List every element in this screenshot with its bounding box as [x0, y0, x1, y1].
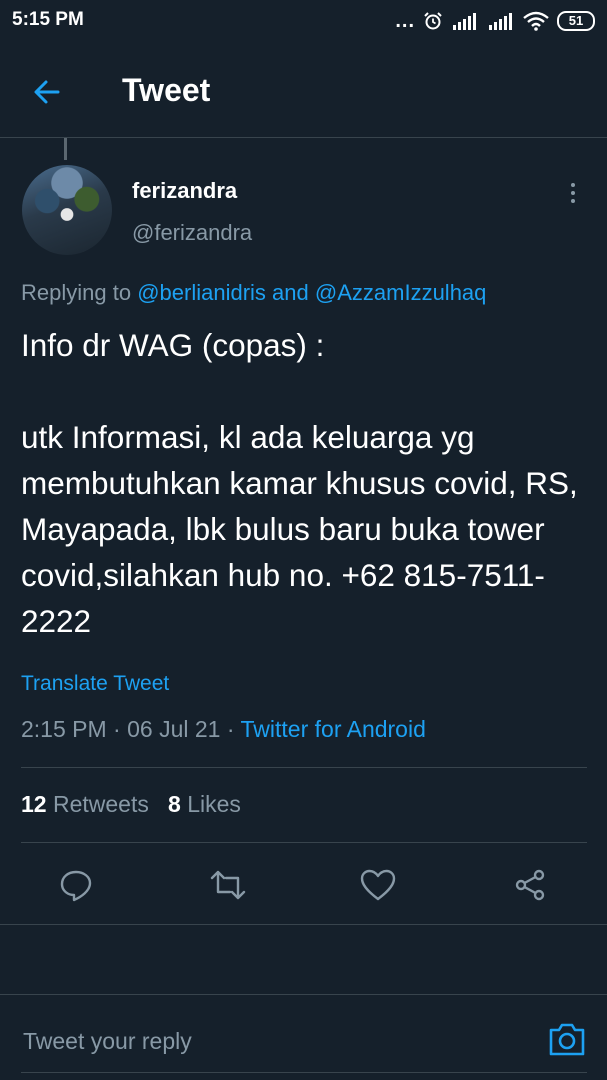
divider — [21, 842, 587, 843]
retweets-label: Retweets — [52, 791, 149, 817]
author-handle[interactable]: @ferizandra — [132, 220, 252, 246]
more-vertical-icon — [571, 199, 575, 203]
tweet-metadata: 2:15 PM · 06 Jul 21 · Twitter for Androi… — [21, 716, 426, 743]
divider — [21, 767, 587, 768]
share-button[interactable] — [507, 862, 553, 908]
signal-icon — [489, 13, 512, 30]
camera-button[interactable] — [546, 1018, 588, 1060]
retweets-stat[interactable]: 12 Retweets — [21, 791, 149, 817]
reply-input-underline — [21, 1072, 587, 1073]
notification-dots-icon: ... — [395, 10, 415, 32]
arrow-left-icon — [34, 80, 60, 104]
signal-icon — [453, 13, 476, 30]
page-title: Tweet — [122, 72, 211, 108]
top-bar: Tweet — [0, 42, 607, 138]
replying-to-user-link[interactable]: @berlianidris — [137, 280, 266, 305]
alarm-icon — [424, 12, 442, 30]
reply-button[interactable] — [53, 862, 99, 908]
more-options-button[interactable] — [558, 178, 588, 208]
divider — [0, 924, 607, 925]
status-bar: 5:15 PM ... 51 — [0, 0, 607, 42]
tweet-source-link[interactable]: Twitter for Android — [241, 716, 426, 742]
status-icons: ... 51 — [395, 8, 595, 34]
tweet-stats: 12 Retweets 8 Likes — [21, 791, 241, 818]
like-button[interactable] — [355, 862, 401, 908]
more-vertical-icon — [571, 191, 575, 195]
tweet-time: 2:15 PM — [21, 716, 107, 742]
tweet-action-bar — [0, 862, 607, 908]
tweet-text: Info dr WAG (copas) : utk Informasi, kl … — [21, 327, 578, 639]
status-time: 5:15 PM — [12, 9, 84, 30]
reply-icon — [60, 870, 92, 902]
retweet-icon — [210, 870, 246, 900]
heart-icon — [360, 869, 396, 901]
battery-icon: 51 — [557, 11, 595, 31]
likes-count: 8 — [168, 791, 181, 817]
author-display-name[interactable]: ferizandra — [132, 178, 237, 204]
reply-input[interactable] — [21, 1020, 525, 1062]
likes-stat[interactable]: 8 Likes — [168, 791, 241, 817]
more-vertical-icon — [571, 183, 575, 187]
divider — [0, 994, 607, 995]
tweet-date: 06 Jul 21 — [127, 716, 221, 742]
retweet-button[interactable] — [205, 862, 251, 908]
replying-to-label: Replying to — [21, 280, 132, 305]
meta-separator: · — [226, 716, 235, 742]
wifi-icon — [523, 11, 549, 31]
replying-to-user-link[interactable]: @AzzamIzzulhaq — [315, 280, 487, 305]
avatar[interactable] — [22, 165, 112, 255]
share-icon — [515, 869, 545, 901]
likes-label: Likes — [187, 791, 241, 817]
retweets-count: 12 — [21, 791, 47, 817]
thread-connector-line — [64, 138, 67, 160]
translate-tweet-link[interactable]: Translate Tweet — [21, 672, 169, 696]
back-button[interactable] — [28, 72, 68, 112]
meta-separator: · — [113, 716, 121, 742]
replying-to-and: and — [272, 280, 309, 305]
replying-to-line: Replying to @berlianidris and @AzzamIzzu… — [21, 280, 486, 306]
camera-icon — [549, 1023, 585, 1056]
